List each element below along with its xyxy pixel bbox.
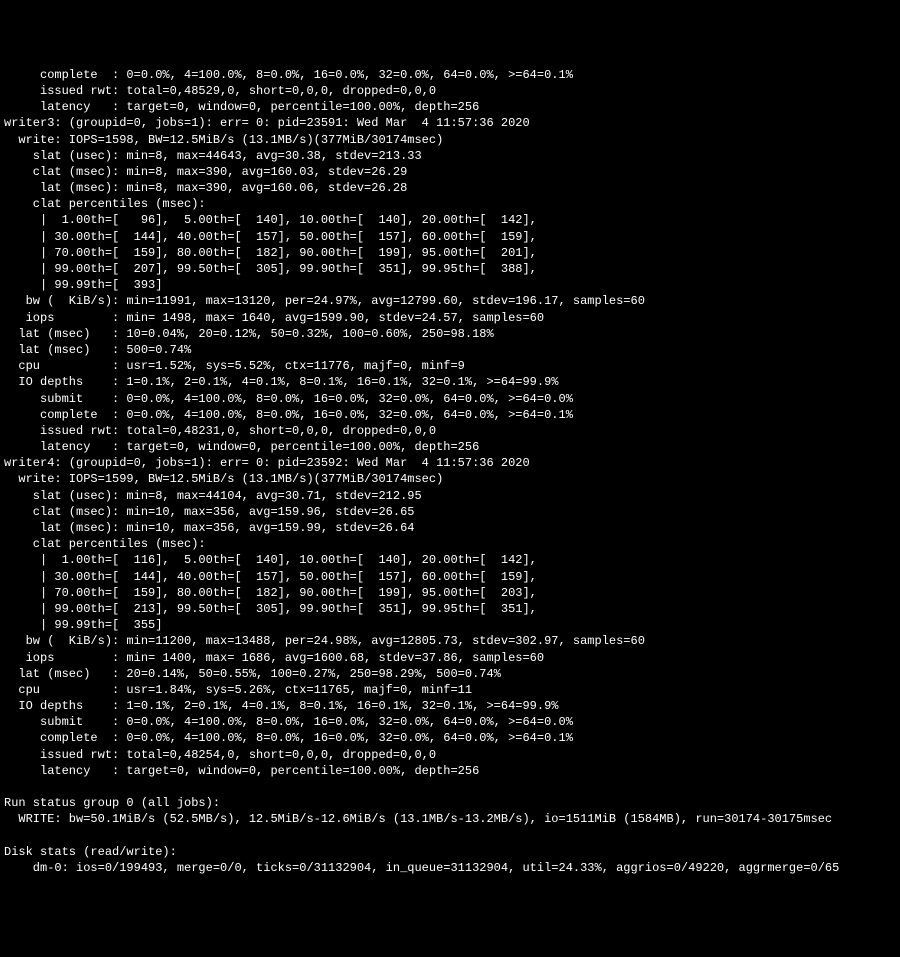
terminal-line: clat percentiles (msec): xyxy=(4,196,896,212)
terminal-line: slat (usec): min=8, max=44643, avg=30.38… xyxy=(4,148,896,164)
terminal-line: lat (msec): min=10, max=356, avg=159.99,… xyxy=(4,520,896,536)
terminal-line: | 1.00th=[ 96], 5.00th=[ 140], 10.00th=[… xyxy=(4,212,896,228)
terminal-line: cpu : usr=1.84%, sys=5.26%, ctx=11765, m… xyxy=(4,682,896,698)
terminal-line: write: IOPS=1599, BW=12.5MiB/s (13.1MB/s… xyxy=(4,471,896,487)
terminal-line: | 99.99th=[ 355] xyxy=(4,617,896,633)
terminal-line: bw ( KiB/s): min=11200, max=13488, per=2… xyxy=(4,633,896,649)
terminal-line: lat (msec): min=8, max=390, avg=160.06, … xyxy=(4,180,896,196)
terminal-output: complete : 0=0.0%, 4=100.0%, 8=0.0%, 16=… xyxy=(4,67,896,876)
terminal-line: cpu : usr=1.52%, sys=5.52%, ctx=11776, m… xyxy=(4,358,896,374)
terminal-line: | 1.00th=[ 116], 5.00th=[ 140], 10.00th=… xyxy=(4,552,896,568)
terminal-line: | 30.00th=[ 144], 40.00th=[ 157], 50.00t… xyxy=(4,569,896,585)
terminal-line: IO depths : 1=0.1%, 2=0.1%, 4=0.1%, 8=0.… xyxy=(4,374,896,390)
terminal-line: dm-0: ios=0/199493, merge=0/0, ticks=0/3… xyxy=(4,860,896,876)
terminal-line: issued rwt: total=0,48529,0, short=0,0,0… xyxy=(4,83,896,99)
terminal-line: | 30.00th=[ 144], 40.00th=[ 157], 50.00t… xyxy=(4,229,896,245)
terminal-line: lat (msec) : 500=0.74% xyxy=(4,342,896,358)
terminal-line: latency : target=0, window=0, percentile… xyxy=(4,439,896,455)
terminal-line: issued rwt: total=0,48231,0, short=0,0,0… xyxy=(4,423,896,439)
terminal-line: slat (usec): min=8, max=44104, avg=30.71… xyxy=(4,488,896,504)
terminal-line: lat (msec) : 10=0.04%, 20=0.12%, 50=0.32… xyxy=(4,326,896,342)
terminal-line: bw ( KiB/s): min=11991, max=13120, per=2… xyxy=(4,293,896,309)
terminal-line: | 99.00th=[ 207], 99.50th=[ 305], 99.90t… xyxy=(4,261,896,277)
terminal-line: IO depths : 1=0.1%, 2=0.1%, 4=0.1%, 8=0.… xyxy=(4,698,896,714)
terminal-line: clat (msec): min=10, max=356, avg=159.96… xyxy=(4,504,896,520)
terminal-line: writer4: (groupid=0, jobs=1): err= 0: pi… xyxy=(4,455,896,471)
terminal-line: lat (msec) : 20=0.14%, 50=0.55%, 100=0.2… xyxy=(4,666,896,682)
terminal-line: issued rwt: total=0,48254,0, short=0,0,0… xyxy=(4,747,896,763)
terminal-line: Disk stats (read/write): xyxy=(4,844,896,860)
terminal-line: clat (msec): min=8, max=390, avg=160.03,… xyxy=(4,164,896,180)
terminal-line: | 70.00th=[ 159], 80.00th=[ 182], 90.00t… xyxy=(4,585,896,601)
terminal-line: clat percentiles (msec): xyxy=(4,536,896,552)
terminal-line xyxy=(4,828,896,844)
terminal-line: latency : target=0, window=0, percentile… xyxy=(4,99,896,115)
terminal-line: submit : 0=0.0%, 4=100.0%, 8=0.0%, 16=0.… xyxy=(4,391,896,407)
terminal-line: complete : 0=0.0%, 4=100.0%, 8=0.0%, 16=… xyxy=(4,730,896,746)
terminal-line: write: IOPS=1598, BW=12.5MiB/s (13.1MB/s… xyxy=(4,132,896,148)
terminal-line: writer3: (groupid=0, jobs=1): err= 0: pi… xyxy=(4,115,896,131)
terminal-line: | 99.00th=[ 213], 99.50th=[ 305], 99.90t… xyxy=(4,601,896,617)
terminal-line: iops : min= 1400, max= 1686, avg=1600.68… xyxy=(4,650,896,666)
terminal-line: complete : 0=0.0%, 4=100.0%, 8=0.0%, 16=… xyxy=(4,67,896,83)
terminal-line: latency : target=0, window=0, percentile… xyxy=(4,763,896,779)
terminal-line: iops : min= 1498, max= 1640, avg=1599.90… xyxy=(4,310,896,326)
terminal-line xyxy=(4,779,896,795)
terminal-line: submit : 0=0.0%, 4=100.0%, 8=0.0%, 16=0.… xyxy=(4,714,896,730)
terminal-line: | 99.99th=[ 393] xyxy=(4,277,896,293)
terminal-line: WRITE: bw=50.1MiB/s (52.5MB/s), 12.5MiB/… xyxy=(4,811,896,827)
terminal-line: Run status group 0 (all jobs): xyxy=(4,795,896,811)
terminal-line: | 70.00th=[ 159], 80.00th=[ 182], 90.00t… xyxy=(4,245,896,261)
terminal-line: complete : 0=0.0%, 4=100.0%, 8=0.0%, 16=… xyxy=(4,407,896,423)
